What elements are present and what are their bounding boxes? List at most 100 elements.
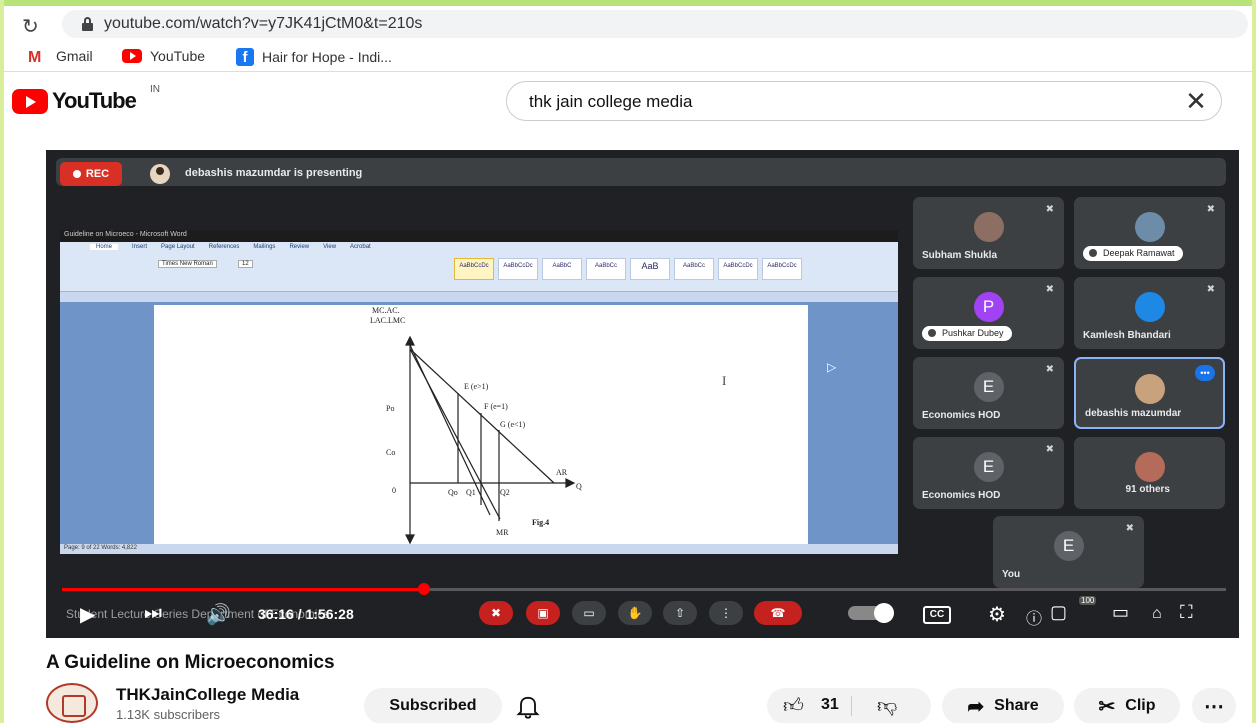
play-icon[interactable]: ▶	[80, 602, 95, 627]
subscribed-button[interactable]: Subscribed	[364, 688, 502, 723]
channel-avatar[interactable]	[46, 683, 98, 723]
share-arrow-icon: ➦	[967, 695, 985, 718]
participant-tile[interactable]: ✖ Kamlesh Bhandari	[1074, 277, 1225, 349]
shared-screen: Guideline on Microeco - Microsoft Word H…	[60, 230, 898, 554]
cast-icon[interactable]: ⌂	[1152, 605, 1162, 623]
autoplay-toggle[interactable]	[848, 603, 894, 623]
search-input[interactable]: thk jain college media ✕	[506, 81, 1222, 121]
info-icon[interactable]: ⓘ	[1026, 605, 1042, 629]
participant-tile-others[interactable]: 91 others	[1074, 437, 1225, 509]
style-normal: AaBbCcDc	[454, 258, 494, 280]
share-label: Share	[994, 697, 1039, 714]
miniplayer-icon[interactable]: ▢	[1050, 602, 1067, 623]
bookmarks-bar: M Gmail YouTube f Hair for Hope - Indi..…	[4, 42, 1252, 72]
ribbon-tab: Mailings	[253, 244, 276, 250]
participant-tile[interactable]: P ✖ Pushkar Dubey	[913, 277, 1064, 349]
fig-label-mr: MR	[496, 528, 509, 537]
subscribed-label: Subscribed	[389, 697, 477, 714]
fig-label-q1: Q1	[466, 488, 476, 497]
ribbon-tab: Acrobat	[350, 244, 371, 250]
document-page: MC.AC. LAC.LMC E (e>1) F (e=1) G (e<1) P…	[154, 305, 808, 547]
meet-captions-icon: ▭	[572, 601, 606, 625]
bookmark-youtube[interactable]: YouTube	[122, 48, 205, 64]
search-query[interactable]: thk jain college media	[529, 92, 692, 112]
participant-name: 91 others	[1125, 484, 1170, 495]
mic-muted-icon: ✖	[1045, 444, 1054, 455]
participant-avatar-group	[1134, 452, 1165, 482]
thumbs-up-icon[interactable]: 👍︎	[783, 694, 804, 718]
style-heading-1: AaBbC	[542, 258, 582, 280]
subtitles-button[interactable]: CC	[923, 606, 951, 624]
participant-tile-you[interactable]: E ✖ You	[993, 516, 1144, 588]
next-icon[interactable]: ⏭	[144, 602, 162, 625]
bookmark-label: Hair for Hope - Indi...	[262, 49, 392, 65]
like-count[interactable]: 31	[821, 696, 839, 714]
notification-bell-icon[interactable]	[514, 692, 542, 720]
lock-icon[interactable]	[82, 17, 93, 31]
participant-avatar: P	[973, 292, 1004, 322]
mic-muted-icon: ✖	[1206, 204, 1215, 215]
participant-avatar	[973, 212, 1004, 242]
meet-end-call-icon: ☎	[754, 601, 802, 625]
fig-label-ar: AR	[556, 468, 568, 477]
volume-icon[interactable]: 🔊	[206, 602, 231, 627]
youtube-logo-text: YouTube	[52, 88, 137, 113]
ribbon-tab: Insert	[132, 244, 148, 250]
video-player[interactable]: REC debashis mazumdar is presenting Guid…	[46, 150, 1239, 638]
fig-label-g: G (e<1)	[500, 420, 526, 429]
style-no-spacing: AaBbCcDc	[498, 258, 538, 280]
ribbon-tabs: Home Insert Page Layout References Maili…	[90, 244, 371, 250]
clear-search-icon[interactable]: ✕	[1181, 86, 1211, 116]
meet-more-icon: ⋮	[709, 601, 743, 625]
bookmark-hair-for-hope[interactable]: f Hair for Hope - Indi...	[236, 48, 392, 66]
y-axis-arrow	[405, 335, 415, 346]
participant-tile[interactable]: ✖ Subham Shukla	[913, 197, 1064, 269]
like-dislike-group: 👍︎ 31 👎︎	[767, 688, 931, 723]
channel-name[interactable]: THKJainCollege Media	[116, 685, 299, 705]
youtube-logo[interactable]: YouTube IN	[12, 84, 160, 114]
gmail-icon: M	[28, 49, 42, 66]
progress-scrubber[interactable]	[418, 583, 430, 595]
thumbs-down-icon[interactable]: 👎︎	[877, 694, 897, 718]
fig-label-f: F (e=1)	[484, 402, 508, 411]
participant-name: Subham Shukla	[922, 250, 998, 261]
ribbon-tab: Home	[90, 244, 119, 250]
progress-bar-fill	[62, 588, 424, 591]
participant-avatar: E	[973, 452, 1004, 482]
word-ribbon: Home Insert Page Layout References Maili…	[60, 242, 898, 292]
participant-avatar: E	[1053, 531, 1084, 561]
reload-icon[interactable]: ↻	[22, 14, 39, 39]
share-button[interactable]: ➦ Share	[942, 688, 1064, 723]
browser-address-row: ↻ youtube.com/watch?v=y7JK41jCtM0&t=210s	[4, 6, 1252, 42]
settings-gear-icon[interactable]: ⚙	[988, 602, 1006, 627]
fullscreen-icon[interactable]: ⛶	[1180, 602, 1193, 623]
bookmark-gmail[interactable]: M Gmail	[28, 48, 93, 66]
clip-label: Clip	[1125, 697, 1156, 714]
facebook-icon: f	[236, 48, 254, 66]
status-text: Page: 9 of 22 Words: 4,822	[64, 545, 137, 551]
fig-label-q: Q	[576, 482, 582, 491]
meet-present-icon: ⇧	[663, 601, 697, 625]
meet-raise-hand-icon: ✋	[618, 601, 652, 625]
fig-label-q2: Q2	[500, 488, 510, 497]
participant-tile[interactable]: E ✖ Economics HOD	[913, 357, 1064, 429]
subscriber-count: 1.13K subscribers	[116, 707, 221, 722]
fig-ylabel-1: MC.AC.	[372, 306, 400, 315]
font-size-box: 12	[238, 260, 253, 268]
meet-mic-off-icon: ✖	[479, 601, 513, 625]
participant-tile[interactable]: ✖ Deepak Ramawat	[1074, 197, 1225, 269]
country-code: IN	[150, 84, 160, 95]
participant-name: Economics HOD	[922, 490, 1001, 501]
participant-name: You	[1002, 569, 1021, 580]
word-window-title: Guideline on Microeco - Microsoft Word	[64, 231, 187, 238]
participant-tile-active-speaker[interactable]: ••• debashis mazumdar	[1074, 357, 1225, 429]
record-dot-icon	[72, 170, 81, 178]
hd-badge: 100	[1079, 596, 1097, 605]
theater-mode-icon[interactable]: ▭	[1112, 602, 1129, 623]
participant-name: Kamlesh Bhandari	[1083, 330, 1171, 341]
more-actions-icon[interactable]: ⋯	[1192, 688, 1236, 723]
participant-tile[interactable]: E ✖ Economics HOD	[913, 437, 1064, 509]
url-text[interactable]: youtube.com/watch?v=y7JK41jCtM0&t=210s	[104, 15, 422, 33]
clip-button[interactable]: ✂ Clip	[1074, 688, 1180, 723]
meet-camera-off-icon: ▣	[526, 601, 560, 625]
